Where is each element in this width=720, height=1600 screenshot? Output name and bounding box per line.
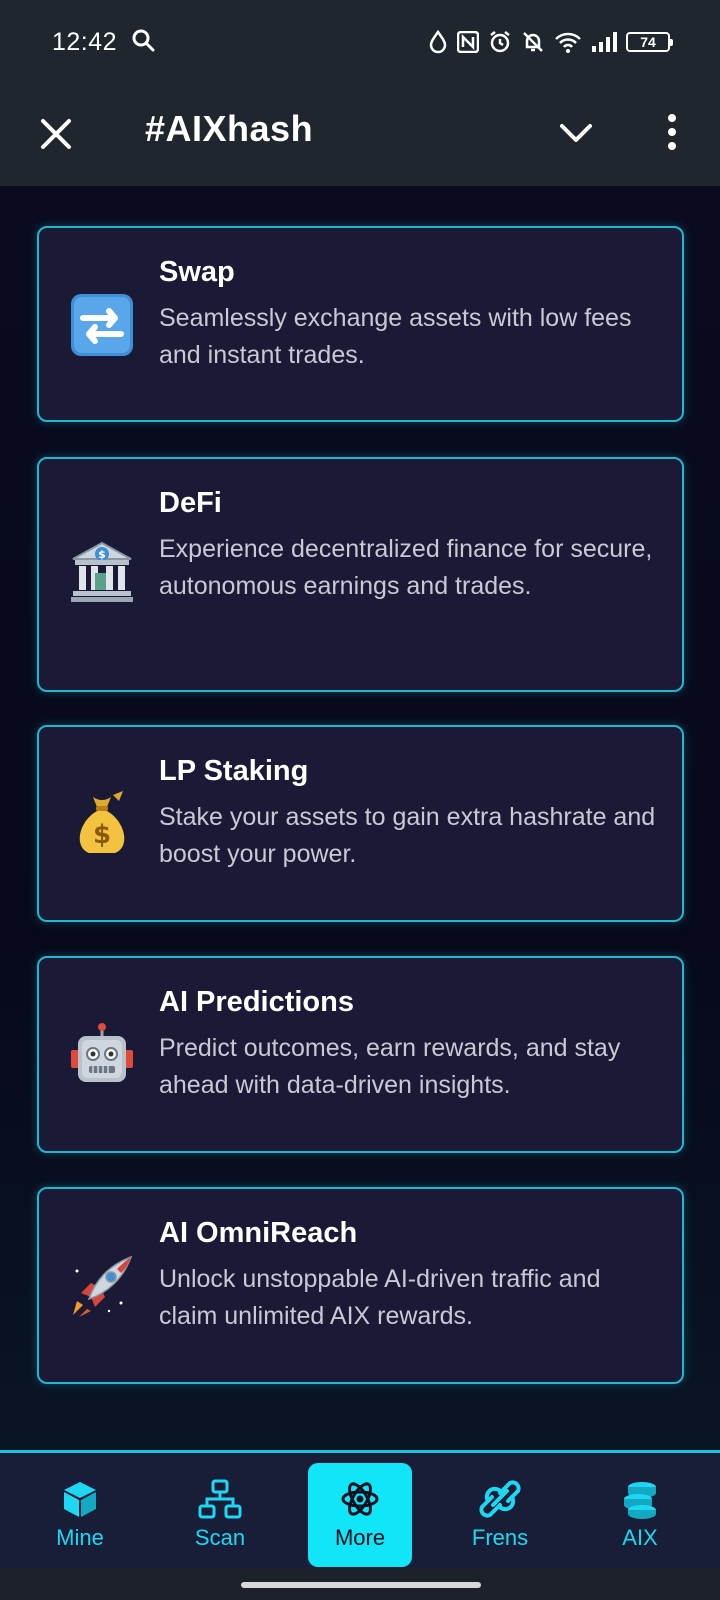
alarm-icon: [488, 30, 512, 54]
nav-label: Frens: [471, 1525, 529, 1550]
bank-icon: $: [67, 537, 137, 607]
app-header: #AIXhash: [0, 84, 720, 186]
search-icon: [131, 28, 155, 57]
card-title: Swap: [159, 256, 235, 288]
nfc-icon: [457, 31, 479, 53]
page-title: #AIXhash: [145, 108, 314, 149]
nav-label: More: [334, 1525, 386, 1550]
card-title: LP Staking: [159, 755, 309, 787]
link-icon: [479, 1480, 521, 1518]
nav-label: Mine: [56, 1525, 104, 1550]
close-icon[interactable]: [38, 116, 74, 152]
bottom-nav: Mine Scan More Frens AIX: [0, 1450, 720, 1568]
more-vertical-icon[interactable]: [660, 112, 684, 152]
water-drop-icon: [428, 30, 448, 54]
swap-arrows-icon: [67, 290, 137, 360]
chevron-down-icon[interactable]: [558, 118, 594, 148]
wifi-icon: [554, 31, 582, 53]
rocket-icon: [67, 1251, 137, 1321]
feature-list: Swap Seamlessly exchange assets with low…: [0, 186, 720, 1450]
robot-icon: [67, 1020, 137, 1090]
card-ai-omnireach[interactable]: AI OmniReach Unlock unstoppable AI-drive…: [37, 1187, 684, 1384]
card-title: AI Predictions: [159, 986, 354, 1018]
svg-text:$: $: [98, 548, 106, 561]
card-description: Unlock unstoppable AI-driven traffic and…: [159, 1265, 601, 1330]
card-description: Predict outcomes, earn rewards, and stay…: [159, 1034, 621, 1099]
nav-label: AIX: [622, 1525, 658, 1550]
card-ai-predictions[interactable]: AI Predictions Predict outcomes, earn re…: [37, 956, 684, 1153]
network-icon: [198, 1479, 242, 1519]
nav-item-aix[interactable]: AIX: [588, 1463, 692, 1567]
battery-icon: 74: [626, 32, 673, 52]
nav-item-frens[interactable]: Frens: [448, 1463, 552, 1567]
cube-icon: [64, 1482, 96, 1517]
money-bag-icon: $: [67, 789, 137, 859]
card-description: Seamlessly exchange assets with low fees…: [159, 304, 632, 369]
system-nav-bar: [0, 1568, 720, 1600]
card-title: AI OmniReach: [159, 1217, 358, 1249]
card-swap[interactable]: Swap Seamlessly exchange assets with low…: [37, 226, 684, 422]
coins-icon: [624, 1482, 656, 1519]
svg-text:$: $: [93, 820, 111, 850]
card-defi[interactable]: $ DeFi Experience decentralized finance …: [37, 457, 684, 692]
home-indicator[interactable]: [241, 1582, 481, 1588]
nav-item-scan[interactable]: Scan: [168, 1463, 272, 1567]
atom-icon: [341, 1482, 379, 1516]
status-time: 12:42: [52, 27, 118, 56]
card-lp-staking[interactable]: $ LP Staking Stake your assets to gain e…: [37, 725, 684, 922]
nav-item-mine[interactable]: Mine: [28, 1463, 132, 1567]
card-title: DeFi: [159, 487, 222, 519]
card-description: Experience decentralized finance for sec…: [159, 535, 653, 600]
card-description: Stake your assets to gain extra hashrate…: [159, 803, 656, 868]
nav-label: Scan: [194, 1525, 246, 1550]
nav-item-more[interactable]: More: [308, 1463, 412, 1567]
status-bar: 12:42 74: [0, 0, 720, 84]
mute-icon: [521, 30, 545, 54]
signal-icon: [591, 31, 617, 53]
